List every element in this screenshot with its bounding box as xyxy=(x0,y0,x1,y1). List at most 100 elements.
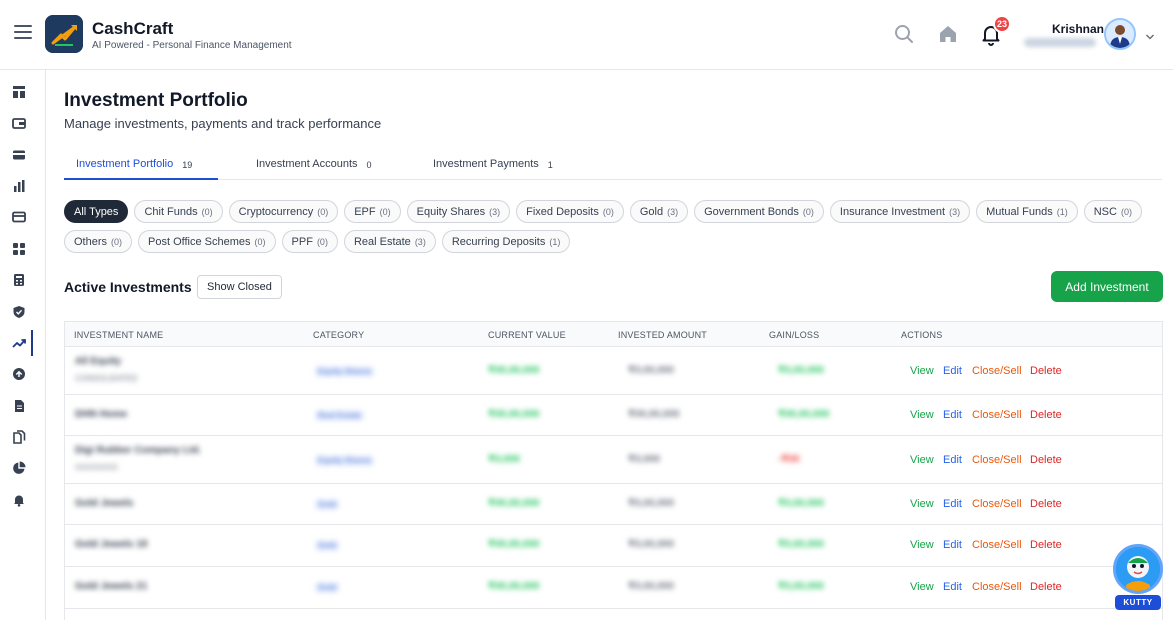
delete-link[interactable]: Delete xyxy=(1030,498,1062,510)
chip-count: (0) xyxy=(254,236,266,247)
sidebar-item-investments[interactable] xyxy=(6,330,33,356)
delete-link[interactable]: Delete xyxy=(1030,454,1062,466)
search-icon[interactable] xyxy=(892,22,916,46)
edit-link[interactable]: Edit xyxy=(943,498,962,510)
edit-link[interactable]: Edit xyxy=(943,539,962,551)
investment-name: Gold Jewels 18 xyxy=(75,539,148,550)
sidebar-item-cards[interactable] xyxy=(6,142,32,168)
tab-investment-portfolio[interactable]: Investment Portfolio 19 xyxy=(64,152,218,180)
chip-count: (3) xyxy=(667,206,679,217)
tab-investment-accounts[interactable]: Investment Accounts 0 xyxy=(256,152,372,180)
filter-chip-real-estate[interactable]: Real Estate (3) xyxy=(343,230,436,253)
edit-link[interactable]: Edit xyxy=(943,581,962,593)
add-investment-button[interactable]: Add Investment xyxy=(1051,271,1163,302)
delete-link[interactable]: Delete xyxy=(1030,409,1062,421)
sidebar-item-accounts[interactable] xyxy=(6,204,32,230)
category-badge: Equity Shares xyxy=(315,455,375,466)
sidebar-item-documents[interactable] xyxy=(6,393,32,419)
edit-link[interactable]: Edit xyxy=(943,454,962,466)
category-badge: Gold xyxy=(315,499,340,510)
close-sell-link[interactable]: Close/Sell xyxy=(972,581,1022,593)
filter-chip-post-office-schemes[interactable]: Post Office Schemes (0) xyxy=(138,230,276,253)
chevron-down-icon[interactable] xyxy=(1145,29,1155,40)
chip-label: Recurring Deposits xyxy=(451,235,546,248)
view-link[interactable]: View xyxy=(910,498,934,510)
table-row: Gold Jewels 21 Gold ₹00,00,000 ₹0,00,000… xyxy=(65,567,1162,609)
document-icon xyxy=(15,400,24,412)
chip-count: (3) xyxy=(949,206,961,217)
view-link[interactable]: View xyxy=(910,581,934,593)
filter-chip-government-bonds[interactable]: Government Bonds (0) xyxy=(694,200,824,223)
sidebar-item-wallet[interactable] xyxy=(6,110,32,136)
invested-amount: ₹0,000 xyxy=(628,454,660,465)
view-link[interactable]: View xyxy=(910,409,934,421)
filter-chip-fixed-deposits[interactable]: Fixed Deposits (0) xyxy=(516,200,624,223)
assistant-button[interactable]: KUTTY xyxy=(1113,544,1163,610)
invested-amount: ₹0,00,000 xyxy=(628,498,674,509)
sidebar-item-dashboard[interactable] xyxy=(6,79,32,105)
chip-count: (0) xyxy=(379,206,391,217)
filter-chip-epf[interactable]: EPF (0) xyxy=(344,200,401,223)
edit-link[interactable]: Edit xyxy=(943,409,962,421)
current-value: ₹00,00,000 xyxy=(488,409,540,420)
chip-count: (3) xyxy=(414,236,426,247)
sidebar-item-upload[interactable] xyxy=(6,361,32,387)
chip-count: (0) xyxy=(802,206,814,217)
bar-chart-icon xyxy=(14,180,25,192)
close-sell-link[interactable]: Close/Sell xyxy=(972,498,1022,510)
current-value: ₹00,00,000 xyxy=(488,581,540,592)
chip-count: (0) xyxy=(602,206,614,217)
sidebar-item-insurance[interactable] xyxy=(6,299,32,325)
delete-link[interactable]: Delete xyxy=(1030,539,1062,551)
home-icon[interactable] xyxy=(936,22,960,46)
avatar[interactable] xyxy=(1104,18,1136,50)
close-sell-link[interactable]: Close/Sell xyxy=(972,454,1022,466)
sidebar-item-calculator[interactable] xyxy=(6,267,32,293)
close-sell-link[interactable]: Close/Sell xyxy=(972,539,1022,551)
investment-name: All Equity xyxy=(75,356,122,367)
sidebar-item-reminders[interactable] xyxy=(6,487,32,513)
chip-label: PPF xyxy=(291,235,313,248)
app-logo[interactable] xyxy=(45,15,83,53)
filter-chip-gold[interactable]: Gold (3) xyxy=(629,200,689,223)
table-row: All Equity CONSOLIDATED Equity Shares ₹0… xyxy=(65,347,1162,395)
filter-chip-ppf[interactable]: PPF (0) xyxy=(281,230,338,253)
sidebar-item-reports[interactable] xyxy=(6,173,32,199)
tab-investment-payments[interactable]: Investment Payments 1 xyxy=(433,152,553,180)
chip-label: Post Office Schemes xyxy=(148,235,251,248)
chip-label: Cryptocurrency xyxy=(238,205,314,218)
sidebar-item-files[interactable] xyxy=(6,424,32,450)
table-header: Investment Name Category Current Value I… xyxy=(65,322,1162,347)
close-sell-link[interactable]: Close/Sell xyxy=(972,365,1022,377)
menu-icon[interactable] xyxy=(14,25,32,41)
filter-chip-equity-shares[interactable]: Equity Shares (3) xyxy=(406,200,511,223)
view-link[interactable]: View xyxy=(910,365,934,377)
filter-chip-chit-funds[interactable]: Chit Funds (0) xyxy=(134,200,223,223)
filter-chip-mutual-funds[interactable]: Mutual Funds (1) xyxy=(976,200,1078,223)
user-name[interactable]: Krishnan xyxy=(1052,22,1104,36)
category-badge: Real Estate xyxy=(315,410,365,421)
show-closed-button[interactable]: Show Closed xyxy=(197,275,282,299)
close-sell-link[interactable]: Close/Sell xyxy=(972,409,1022,421)
sidebar-item-analytics[interactable] xyxy=(6,455,32,481)
user-email-redacted xyxy=(1024,38,1096,47)
chip-label: Equity Shares xyxy=(416,205,486,218)
current-value: ₹00,00,000 xyxy=(488,365,540,376)
view-link[interactable]: View xyxy=(910,539,934,551)
tab-label: Investment Portfolio xyxy=(76,158,174,170)
filter-chip-insurance-investment[interactable]: Insurance Investment (3) xyxy=(829,200,971,223)
filter-chip-all-types[interactable]: All Types xyxy=(64,200,129,223)
filter-chip-others[interactable]: Others (0) xyxy=(64,230,133,253)
delete-link[interactable]: Delete xyxy=(1030,365,1062,377)
category-badge: Equity Shares xyxy=(315,366,375,377)
filter-chip-recurring-deposits[interactable]: Recurring Deposits (1) xyxy=(441,230,571,253)
edit-link[interactable]: Edit xyxy=(943,365,962,377)
delete-link[interactable]: Delete xyxy=(1030,581,1062,593)
sidebar-item-apps[interactable] xyxy=(6,236,32,262)
filter-chip-nsc[interactable]: NSC (0) xyxy=(1083,200,1142,223)
chip-label: Others xyxy=(74,235,108,248)
sidebar xyxy=(0,70,46,620)
assistant-mascot-icon xyxy=(1113,544,1163,594)
filter-chip-cryptocurrency[interactable]: Cryptocurrency (0) xyxy=(228,200,339,223)
view-link[interactable]: View xyxy=(910,454,934,466)
